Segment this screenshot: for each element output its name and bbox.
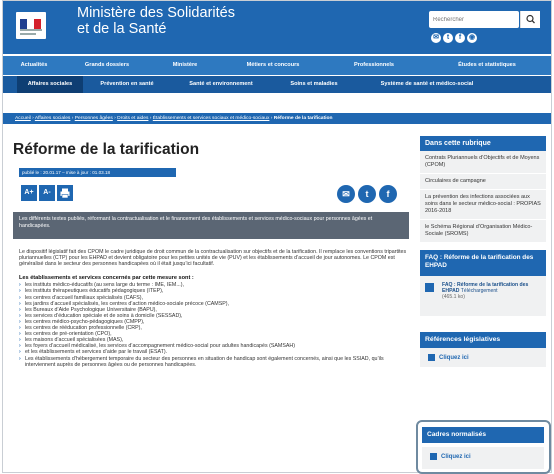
secondary-nav: Affaires sociales Prévention en santé Sa… bbox=[3, 76, 551, 93]
nav-item-ministere[interactable]: Ministère bbox=[149, 56, 221, 75]
print-icon bbox=[60, 188, 70, 199]
nav-item-systeme-sante[interactable]: Système de santé et médico-social bbox=[357, 76, 497, 93]
breadcrumb-current: Réforme de la tarification bbox=[273, 116, 333, 121]
nav-item-grands-dossiers[interactable]: Grands dossiers bbox=[65, 56, 149, 75]
rubrique-item[interactable]: La prévention des infections associées a… bbox=[420, 190, 546, 220]
share-buttons: ✉ t f bbox=[337, 185, 397, 203]
text-tools: A+ A- bbox=[21, 185, 73, 201]
print-button[interactable] bbox=[57, 185, 73, 201]
nav-item-professionnels[interactable]: Professionnels bbox=[325, 56, 423, 75]
establishment-list: les instituts médico-éducatifs (au sens … bbox=[19, 282, 407, 367]
faq-file-size: (465.1 ko) bbox=[442, 294, 465, 301]
facebook-icon[interactable]: f bbox=[455, 33, 465, 43]
breadcrumb-item[interactable]: Droits et aides bbox=[117, 116, 148, 121]
logo-line bbox=[20, 33, 36, 35]
cadres-highlight: Cadres normalisés Cliquez ici bbox=[416, 420, 551, 474]
nav-item-metiers[interactable]: Métiers et concours bbox=[221, 56, 325, 75]
breadcrumb: Accueil › Affaires sociales › Personnes … bbox=[3, 113, 551, 124]
list-heading: Les établissements et services concernés… bbox=[19, 275, 194, 282]
font-increase-button[interactable]: A+ bbox=[21, 185, 37, 201]
republique-logo[interactable] bbox=[16, 12, 46, 39]
breadcrumb-item[interactable]: Affaires sociales bbox=[35, 116, 71, 121]
site-title[interactable]: Ministère des Solidarités et de la Santé bbox=[77, 5, 235, 37]
cadres-link[interactable]: Cliquez ici bbox=[430, 453, 471, 460]
nav-item-sante-environnement[interactable]: Santé et environnement bbox=[171, 76, 271, 93]
article: Réforme de la tarification publié le : 2… bbox=[13, 131, 411, 368]
cadres-link-label: Cliquez ici bbox=[441, 453, 471, 460]
faq-title: FAQ : Réforme de la tarification des EHP… bbox=[420, 250, 546, 276]
legis-link[interactable]: Cliquez ici bbox=[428, 354, 469, 361]
site-title-line1: Ministère des Solidarités bbox=[77, 5, 235, 21]
arrow-icon bbox=[428, 354, 435, 361]
nav-item-prevention[interactable]: Prévention en santé bbox=[83, 76, 171, 93]
list-item: Les établissements d’hébergement tempora… bbox=[19, 356, 407, 368]
share-mail-icon[interactable]: ✉ bbox=[337, 185, 355, 203]
legis-title: Références législatives bbox=[420, 332, 546, 348]
nav-item-soins[interactable]: Soins et maladies bbox=[271, 76, 357, 93]
legis-box: Cliquez ici bbox=[420, 348, 546, 367]
faq-link-suffix: Téléchargement bbox=[460, 288, 498, 295]
article-body: Le dispositif législatif fait des CPOM l… bbox=[19, 249, 407, 368]
cadres-box: Cliquez ici bbox=[422, 447, 544, 469]
article-lead: Les différents textes publiés, réformant… bbox=[13, 212, 409, 239]
publication-dates: publié le : 20.01.17 – mise à jour : 01.… bbox=[19, 168, 176, 177]
rss-icon[interactable]: ◉ bbox=[467, 33, 477, 43]
arrow-icon bbox=[430, 453, 437, 460]
sidebar: Dans cette rubrique Contrats Pluriannuel… bbox=[420, 136, 546, 367]
primary-nav: Actualités Grands dossiers Ministère Mét… bbox=[3, 56, 551, 75]
download-icon bbox=[425, 283, 434, 292]
search-button[interactable] bbox=[520, 11, 540, 28]
search-icon bbox=[526, 14, 535, 24]
font-decrease-button[interactable]: A- bbox=[39, 185, 55, 201]
search-input[interactable] bbox=[429, 11, 519, 28]
rubrique-item[interactable]: le Schéma Régional d’Organisation Médico… bbox=[420, 220, 546, 243]
twitter-icon[interactable]: t bbox=[443, 33, 453, 43]
site-header: Ministère des Solidarités et de la Santé… bbox=[3, 1, 551, 54]
mail-icon[interactable]: ✉ bbox=[431, 33, 441, 43]
faq-download[interactable]: FAQ : Réforme de la tarification des EHP… bbox=[420, 276, 546, 316]
nav-item-actualites[interactable]: Actualités bbox=[3, 56, 65, 75]
rubrique-title: Dans cette rubrique bbox=[420, 136, 546, 151]
flag-icon bbox=[20, 16, 42, 29]
share-twitter-icon[interactable]: t bbox=[358, 185, 376, 203]
rubrique-item[interactable]: Circulaires de campagne bbox=[420, 174, 546, 190]
share-facebook-icon[interactable]: f bbox=[379, 185, 397, 203]
logo-line bbox=[20, 29, 42, 31]
nav-item-etudes[interactable]: Études et statistiques bbox=[423, 56, 551, 75]
faq-download-link[interactable]: FAQ : Réforme de la tarification des EHP… bbox=[442, 282, 540, 301]
breadcrumb-item[interactable]: Personnes âgées bbox=[75, 116, 113, 121]
rubrique-item[interactable]: Contrats Pluriannuels d’Objectifs et de … bbox=[420, 151, 546, 174]
legis-link-label: Cliquez ici bbox=[439, 354, 469, 361]
social-links: ✉ t f ◉ bbox=[431, 33, 477, 43]
page-frame: Ministère des Solidarités et de la Santé… bbox=[2, 0, 552, 474]
site-title-line2: et de la Santé bbox=[77, 21, 167, 37]
article-intro: Le dispositif législatif fait des CPOM l… bbox=[19, 249, 407, 268]
page-title: Réforme de la tarification bbox=[13, 141, 200, 158]
breadcrumb-item[interactable]: Établissements et services sociaux et mé… bbox=[153, 116, 270, 121]
cadres-title: Cadres normalisés bbox=[422, 427, 544, 443]
breadcrumb-item[interactable]: Accueil bbox=[15, 116, 31, 121]
nav-item-affaires-sociales[interactable]: Affaires sociales bbox=[17, 76, 83, 93]
